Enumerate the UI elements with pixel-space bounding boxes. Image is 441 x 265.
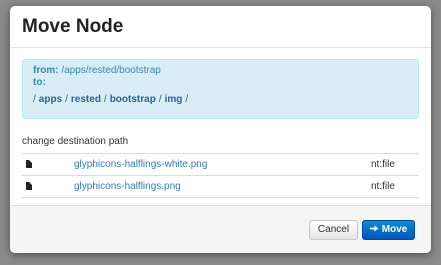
path-separator: / (65, 94, 68, 105)
to-line: to: (33, 77, 408, 89)
file-icon (26, 182, 32, 191)
file-type: nt:file (371, 153, 419, 176)
move-info-box: from: /apps/rested/bootstrap to: / apps / r… (22, 59, 419, 119)
path-segment-rested[interactable]: rested (71, 94, 101, 105)
table-row: glyphicons-halflings.png nt:file (22, 175, 419, 198)
modal-title: Move Node (22, 16, 124, 37)
cancel-button[interactable]: Cancel (309, 220, 358, 240)
path-segment-bootstrap[interactable]: bootstrap (110, 94, 156, 105)
file-name-link[interactable]: glyphicons-halflings.png (74, 181, 181, 192)
move-button-label: Move (381, 224, 408, 235)
path-separator: / (103, 94, 107, 105)
path-segment-img[interactable]: img (165, 94, 183, 105)
change-destination-label: change destination path (22, 136, 129, 147)
modal-footer: Cancel Move (10, 205, 431, 253)
from-value: /apps/rested/bootstrap (61, 65, 161, 76)
move-button[interactable]: Move (362, 220, 415, 240)
destination-breadcrumb: / apps / rested / bootstrap / img / (33, 93, 408, 107)
path-separator: / (158, 94, 162, 105)
file-type: nt:file (371, 175, 419, 198)
file-list-table: glyphicons-halflings-white.png nt:file g… (22, 153, 419, 198)
move-node-dialog: Move Node from: /apps/rested/bootstrap t… (10, 6, 431, 253)
from-label: from: (33, 65, 59, 76)
arrow-right-icon (369, 225, 379, 232)
to-label: to: (33, 77, 46, 88)
path-separator: / (185, 94, 189, 105)
file-icon (26, 160, 32, 169)
from-line: from: /apps/rested/bootstrap (33, 65, 408, 77)
file-name-link[interactable]: glyphicons-halflings-white.png (74, 159, 207, 170)
modal-header: Move Node (10, 6, 431, 48)
table-row: glyphicons-halflings-white.png nt:file (22, 153, 419, 176)
path-segment-apps[interactable]: apps (39, 94, 62, 105)
